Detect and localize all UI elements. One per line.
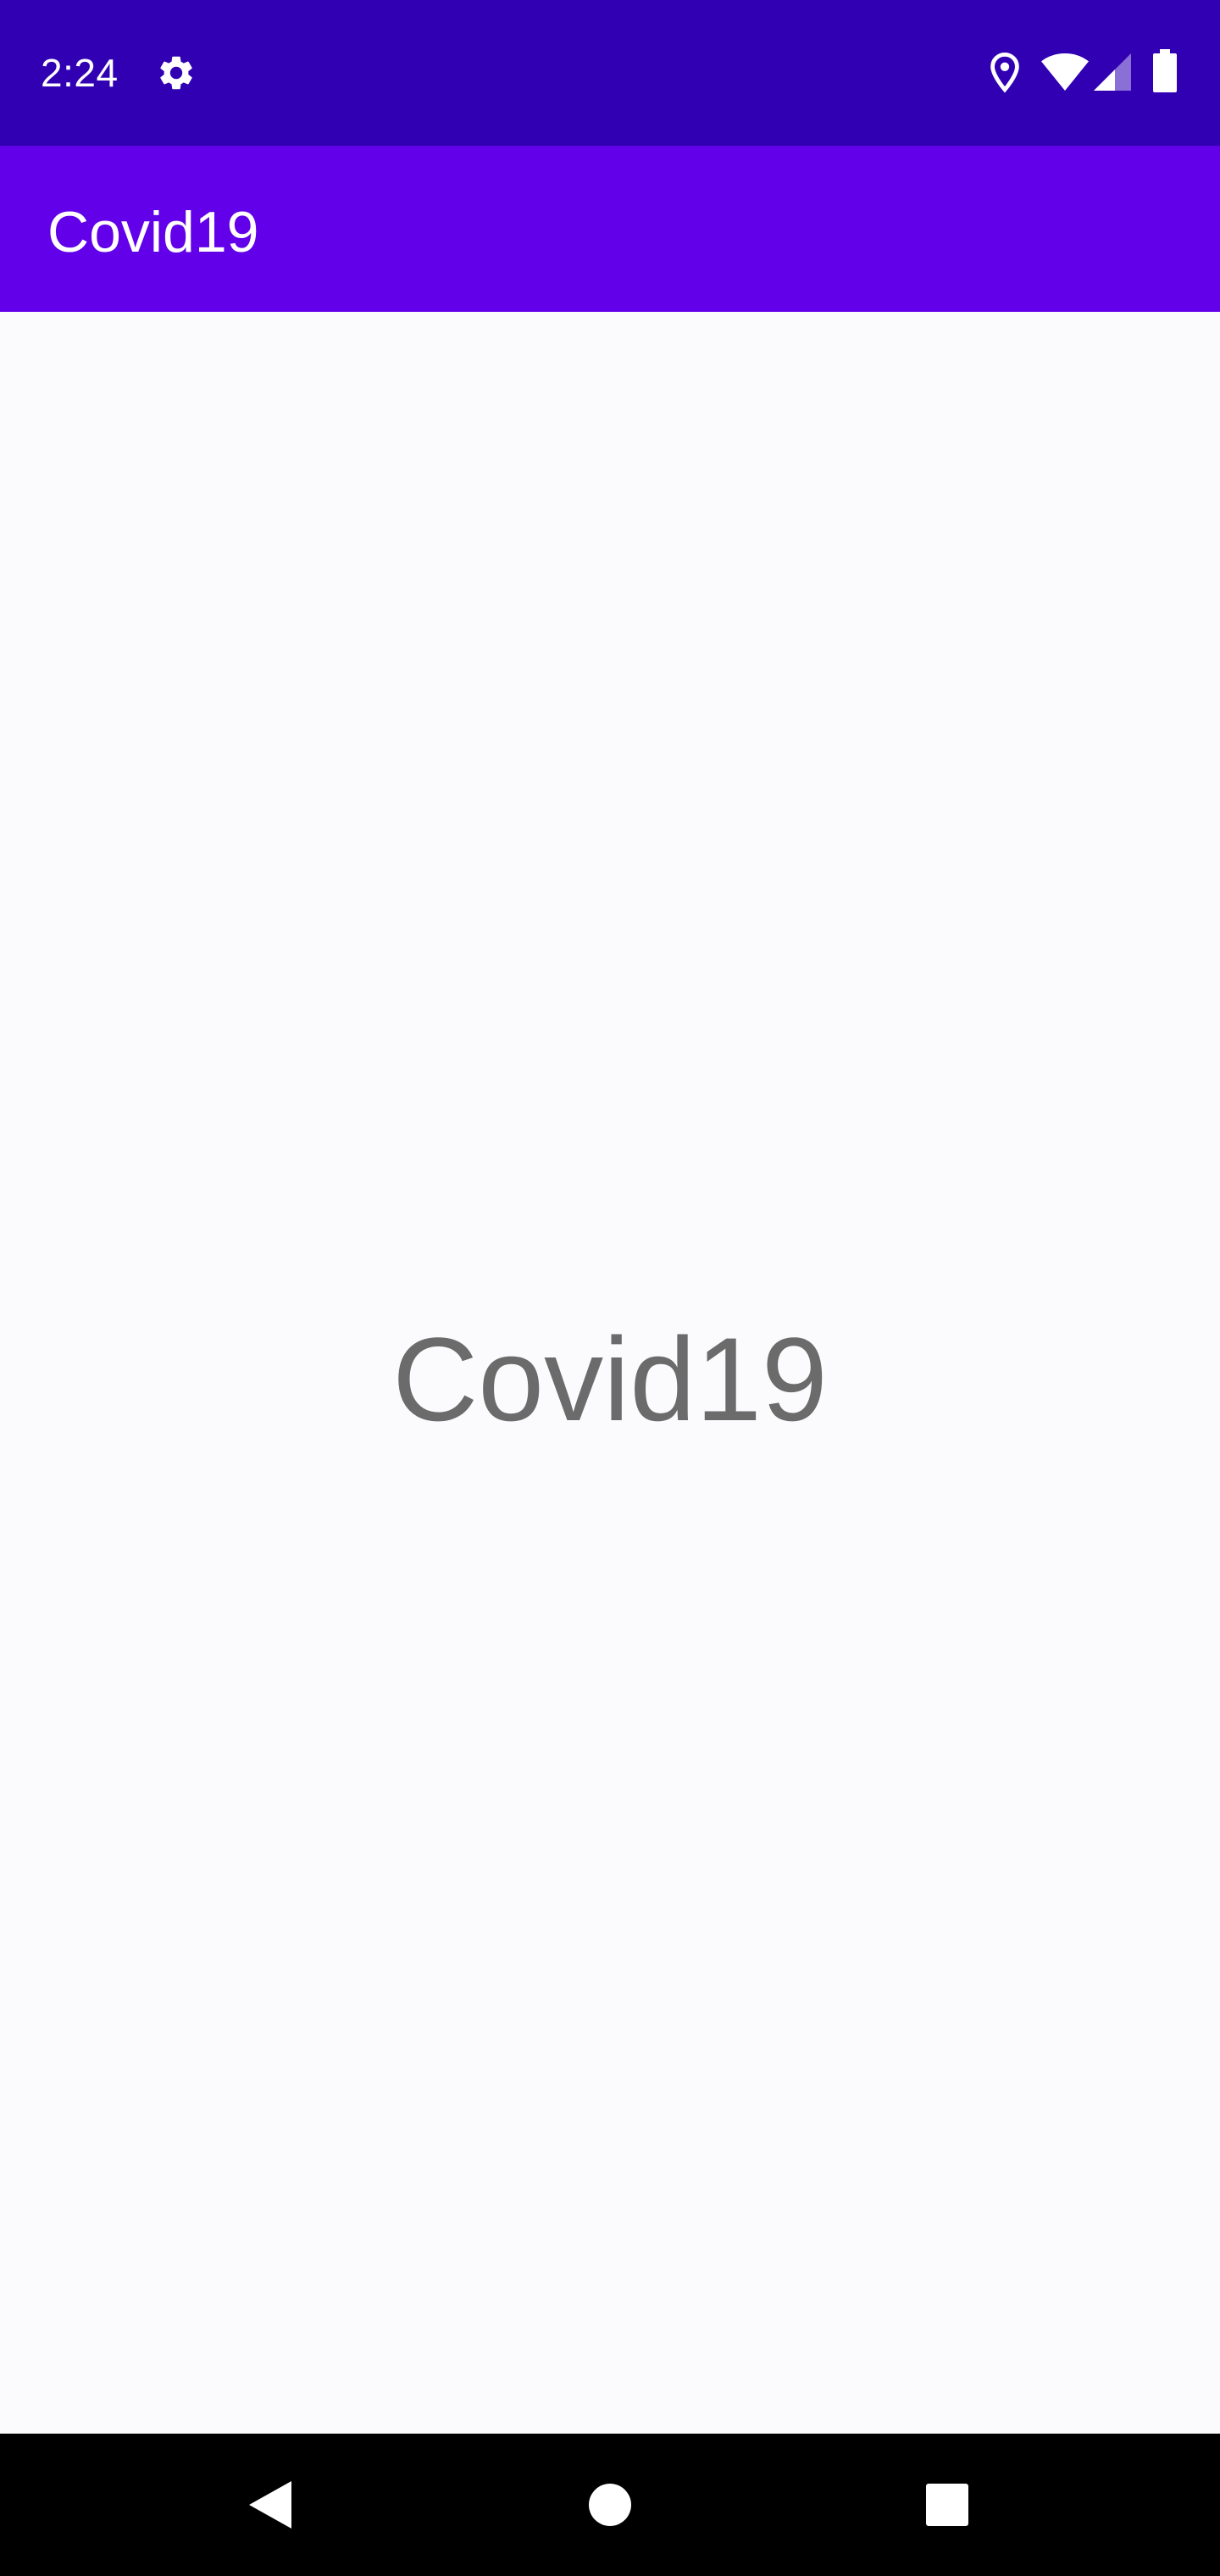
app-screen: 2:24 Covid19 Covid19: [0, 0, 1220, 2576]
gear-icon: [160, 56, 192, 90]
location-icon: [990, 52, 1019, 93]
app-bar: Covid19: [0, 146, 1220, 312]
battery-icon: [1153, 49, 1177, 92]
main-content: Covid19: [0, 312, 1220, 2434]
status-time: 2:24: [41, 51, 119, 95]
home-icon[interactable]: [588, 2483, 632, 2527]
navigation-bar: [0, 2434, 1220, 2576]
recents-icon[interactable]: [925, 2483, 969, 2527]
wifi-icon: [1041, 53, 1089, 91]
app-title: Covid19: [47, 200, 259, 264]
center-label: Covid19: [392, 1313, 828, 1446]
back-icon[interactable]: [246, 2479, 293, 2530]
cell-signal-icon: [1094, 53, 1131, 91]
status-bar: 2:24: [0, 0, 1220, 146]
